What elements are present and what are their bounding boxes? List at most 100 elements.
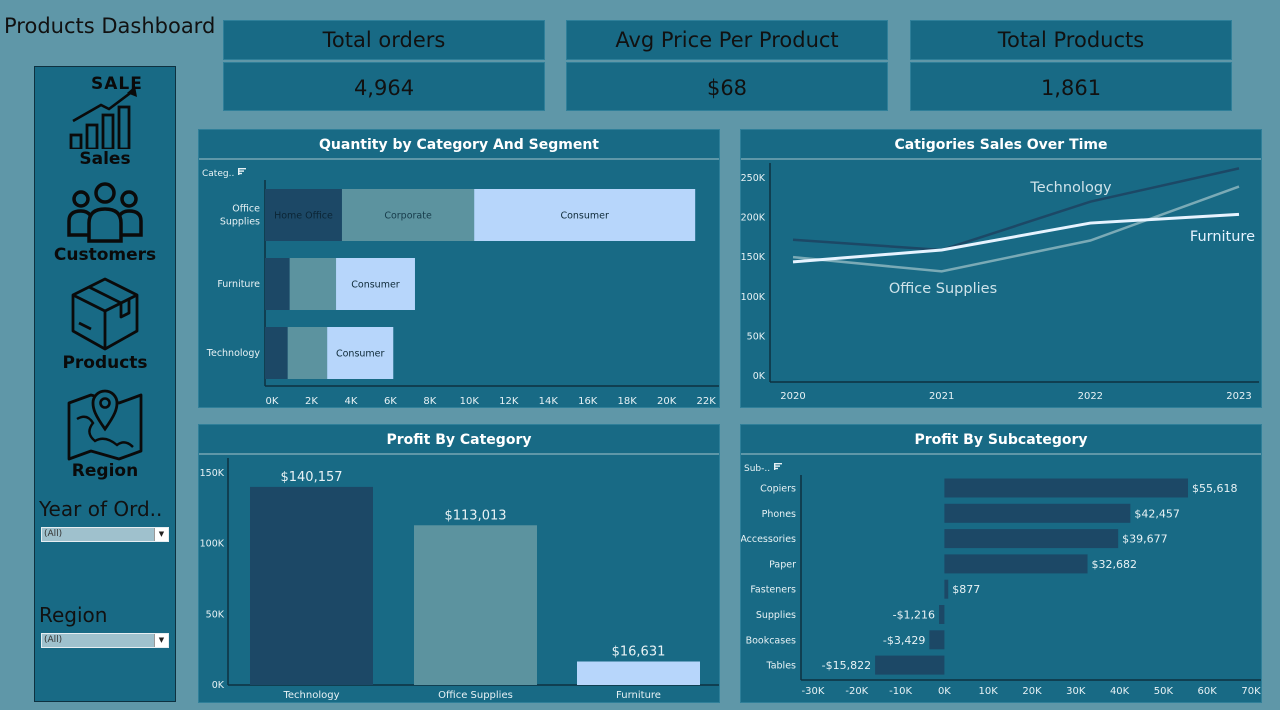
bar-segment xyxy=(287,327,328,379)
sales-over-time-chart: 0K 50K 100K 150K 200K 250K 2020 2021 2022 2023 Tec… xyxy=(741,163,1259,402)
category-label: Supplies xyxy=(220,217,260,228)
subcategory-label: Tables xyxy=(765,661,796,672)
sales-chart-icon: SALE xyxy=(69,74,142,149)
bar-segment xyxy=(265,258,290,310)
series-label: Technology xyxy=(1029,180,1112,196)
subcategory-bar xyxy=(944,529,1119,549)
y-tick-label: 100K xyxy=(741,292,766,303)
region-filter-select[interactable]: (All) ▼ xyxy=(41,633,169,648)
segment-label: Corporate xyxy=(384,211,432,222)
segment-label: Home Office xyxy=(274,211,333,222)
profit-by-category-panel: Profit By Category 0K 50K 100K 150K $140,157… xyxy=(198,424,720,703)
bar-value-label: $140,157 xyxy=(280,470,342,485)
x-tick-label: 70K xyxy=(1241,686,1261,697)
subcategory-label: Phones xyxy=(762,509,796,520)
x-tick-label: 22K xyxy=(696,396,716,407)
subcategory-label: Fasteners xyxy=(750,585,796,596)
y-tick-label: 250K xyxy=(741,173,766,184)
quantity-chart: Categ.. Home Office Corporate Consumer Offic… xyxy=(202,168,719,407)
segment-label: Consumer xyxy=(351,280,400,291)
x-tick-label: 60K xyxy=(1198,686,1218,697)
chevron-down-icon[interactable]: ▼ xyxy=(154,634,168,647)
bar-value-label: $39,677 xyxy=(1122,533,1168,546)
series-label: Furniture xyxy=(1190,229,1255,245)
bar-value-label: -$1,216 xyxy=(893,609,935,622)
x-tick-label: 2020 xyxy=(780,391,805,402)
y-tick-label: 0K xyxy=(753,371,766,382)
subcategory-bar xyxy=(875,655,945,675)
x-tick-label: 2023 xyxy=(1226,391,1251,402)
kpi-total-orders-value: 4,964 xyxy=(223,62,545,111)
category-label: Office Supplies xyxy=(438,690,513,701)
customers-icon xyxy=(67,182,143,243)
chevron-down-icon[interactable]: ▼ xyxy=(154,528,168,541)
year-filter-select[interactable]: (All) ▼ xyxy=(41,527,169,542)
subcategory-bar xyxy=(944,503,1131,523)
subcategory-bar xyxy=(944,579,949,599)
y-tick-label: 150K xyxy=(741,252,766,263)
sidebar-item-products[interactable]: Products xyxy=(35,273,175,373)
subcategory-bar xyxy=(944,554,1088,574)
x-tick-label: 30K xyxy=(1066,686,1086,697)
year-filter-value: (All) xyxy=(44,529,63,539)
y-tick-label: 0K xyxy=(212,680,225,691)
subcategory-bar xyxy=(929,630,945,650)
subcategory-label: Copiers xyxy=(760,484,796,495)
sidebar-item-products-label: Products xyxy=(62,353,148,373)
bar-value-label: -$3,429 xyxy=(883,634,925,647)
bar-value-label: -$15,822 xyxy=(822,659,871,672)
segment-label: Consumer xyxy=(560,211,609,222)
x-tick-label: 6K xyxy=(384,396,397,407)
series-line xyxy=(792,185,1240,273)
box-icon xyxy=(71,277,139,351)
sidebar-item-sales[interactable]: SALE Sales xyxy=(35,71,175,169)
kpi-total-products-label: Total Products xyxy=(910,20,1232,60)
x-tick-label: 20K xyxy=(657,396,677,407)
x-tick-label: 8K xyxy=(423,396,436,407)
category-label: Office xyxy=(232,204,260,215)
category-label: Technology xyxy=(206,348,261,359)
category-label: Technology xyxy=(282,690,339,701)
kpi-avg-price-label: Avg Price Per Product xyxy=(566,20,888,60)
y-tick-label: 150K xyxy=(200,468,225,479)
x-tick-label: 14K xyxy=(539,396,559,407)
x-tick-label: 18K xyxy=(618,396,638,407)
subcategory-label: Supplies xyxy=(756,610,796,621)
x-tick-label: 2022 xyxy=(1078,391,1103,402)
row-header-label: Sub-.. xyxy=(744,464,770,474)
profit-by-subcategory-chart: Sub-.. Copiers $55,618 Phones $42,457 Accesso… xyxy=(741,463,1261,697)
sidebar-item-customers-label: Customers xyxy=(53,245,157,265)
profit-by-category-chart: 0K 50K 100K 150K $140,157 Technology $113,013 O… xyxy=(200,458,719,701)
bar-value-label: $16,631 xyxy=(612,644,666,659)
bar-value-label: $113,013 xyxy=(444,508,506,523)
x-tick-label: -10K xyxy=(889,686,912,697)
sales-over-time-panel: Catigories Sales Over Time 0K 50K 100K 150K… xyxy=(740,129,1262,408)
segment-label: Consumer xyxy=(336,349,385,360)
x-tick-label: 20K xyxy=(1022,686,1042,697)
sort-icon xyxy=(774,463,782,470)
series-label: Office Supplies xyxy=(889,281,997,297)
y-tick-label: 50K xyxy=(747,331,766,342)
subcategory-label: Bookcases xyxy=(746,635,796,646)
sidebar-nav: SALE Sales Customers Products Region Yea… xyxy=(34,66,176,702)
x-tick-label: 10K xyxy=(460,396,480,407)
sidebar-item-region[interactable]: Region xyxy=(35,389,175,481)
year-filter-label: Year of Ord.. xyxy=(39,497,163,521)
x-tick-label: 0K xyxy=(938,686,951,697)
subcategory-bar xyxy=(939,605,945,624)
region-filter-value: (All) xyxy=(44,635,63,645)
sidebar-item-sales-label: Sales xyxy=(79,149,131,169)
bar-value-label: $42,457 xyxy=(1134,507,1180,520)
sidebar-item-customers[interactable]: Customers xyxy=(35,179,175,265)
subcategory-label: Paper xyxy=(769,559,796,570)
x-tick-label: 12K xyxy=(499,396,519,407)
kpi-total-products-value: 1,861 xyxy=(910,62,1232,111)
y-tick-label: 200K xyxy=(741,213,766,224)
bar-value-label: $877 xyxy=(952,583,980,596)
category-label: Furniture xyxy=(616,690,661,701)
x-tick-label: 40K xyxy=(1110,686,1130,697)
y-tick-label: 100K xyxy=(200,539,225,550)
x-tick-label: -20K xyxy=(845,686,868,697)
kpi-total-orders-label: Total orders xyxy=(223,20,545,60)
dashboard-title: Products Dashboard xyxy=(4,14,216,38)
